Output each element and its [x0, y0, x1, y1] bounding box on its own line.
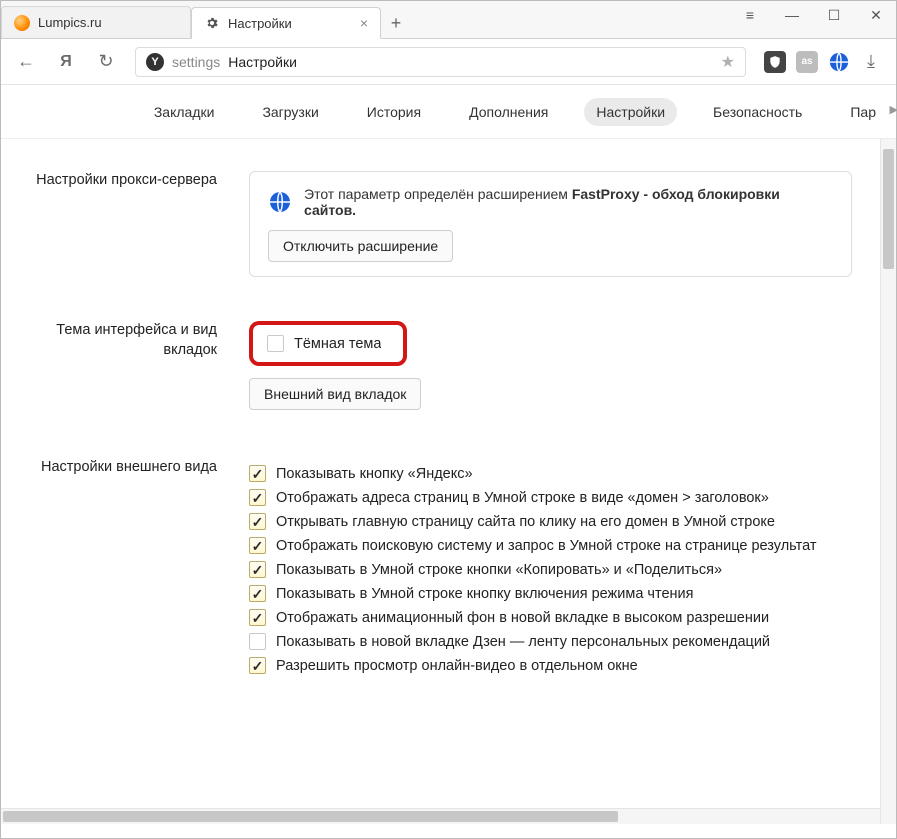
check-icon: ✓: [252, 659, 264, 673]
check-icon: ✓: [252, 587, 264, 601]
tab-close-icon[interactable]: ×: [360, 15, 368, 31]
section-label-theme: Тема интерфейса и вид вкладок: [1, 321, 249, 410]
window-controls: ≡ — ☐ ✕: [736, 7, 890, 24]
toolbar: ← Я ↻ Y settings Настройки ★ as ⤓: [1, 39, 896, 85]
section-label-appearance: Настройки внешнего вида: [1, 458, 249, 681]
appearance-item-8[interactable]: ✓ Разрешить просмотр онлайн-видео в отдел…: [249, 657, 852, 674]
appearance-item-label: Показывать в Умной строке кнопку включен…: [276, 586, 693, 602]
proxy-card: Этот параметр определён расширением Fast…: [249, 171, 852, 277]
tab-title: Lumpics.ru: [38, 15, 102, 30]
maximize-button[interactable]: ☐: [820, 7, 848, 24]
check-icon: ✓: [252, 563, 264, 577]
subnav-security[interactable]: Безопасность: [701, 98, 814, 126]
dark-theme-label: Тёмная тема: [294, 336, 381, 352]
minimize-button[interactable]: —: [778, 7, 806, 24]
appearance-item-4[interactable]: ✓ Показывать в Умной строке кнопки «Копир…: [249, 561, 852, 578]
check-icon: ✓: [252, 515, 264, 529]
appearance-item-1[interactable]: ✓ Отображать адреса страниц в Умной строк…: [249, 489, 852, 506]
checkbox[interactable]: ✓: [249, 513, 266, 530]
proxy-text-prefix: Этот параметр определён расширением: [304, 186, 572, 202]
section-theme: Тема интерфейса и вид вкладок Тёмная тем…: [1, 291, 880, 424]
back-button[interactable]: ←: [15, 51, 37, 72]
settings-content: Настройки прокси-сервера Этот параметр о…: [1, 139, 880, 824]
bookmark-star-icon[interactable]: ★: [721, 52, 735, 72]
omnibox-url-title: Настройки: [228, 54, 297, 70]
checkbox[interactable]: ✓: [249, 561, 266, 578]
proxy-ext-name: FastProxy: [572, 186, 640, 202]
appearance-item-label: Отображать анимационный фон в новой вкла…: [276, 610, 769, 626]
extension-as-icon[interactable]: as: [796, 51, 818, 73]
tabs-appearance-button[interactable]: Внешний вид вкладок: [249, 378, 421, 410]
checkbox-dark-theme[interactable]: [267, 335, 284, 352]
settings-subnav: Закладки Загрузки История Дополнения Нас…: [1, 85, 896, 139]
section-label-proxy: Настройки прокси-сервера: [1, 171, 249, 277]
scrollbar-thumb[interactable]: [883, 149, 894, 269]
dark-theme-checkbox-row[interactable]: Тёмная тема: [267, 335, 381, 352]
subnav-settings[interactable]: Настройки: [584, 98, 677, 126]
subnav-history[interactable]: История: [355, 98, 433, 126]
globe-icon[interactable]: [828, 51, 850, 73]
globe-icon: [268, 190, 292, 214]
subnav-downloads[interactable]: Загрузки: [250, 98, 330, 126]
tab-strip: Lumpics.ru Настройки × + ≡ — ☐ ✕: [1, 1, 896, 39]
appearance-item-label: Показывать кнопку «Яндекс»: [276, 466, 473, 482]
section-proxy: Настройки прокси-сервера Этот параметр о…: [1, 157, 880, 291]
check-icon: ✓: [252, 611, 264, 625]
new-tab-button[interactable]: +: [381, 8, 411, 38]
tab-settings[interactable]: Настройки ×: [191, 7, 381, 39]
reload-button[interactable]: ↻: [95, 51, 117, 72]
appearance-item-label: Разрешить просмотр онлайн-видео в отдель…: [276, 658, 638, 674]
appearance-item-label: Открывать главную страницу сайта по клик…: [276, 514, 775, 530]
tab-lumpics[interactable]: Lumpics.ru: [1, 6, 191, 38]
appearance-item-0[interactable]: ✓ Показывать кнопку «Яндекс»: [249, 465, 852, 482]
subnav-bookmarks[interactable]: Закладки: [142, 98, 227, 126]
omnibox-url-prefix: settings: [172, 54, 220, 70]
downloads-button[interactable]: ⤓: [860, 51, 882, 72]
section-appearance: Настройки внешнего вида ✓ Показывать кноп…: [1, 424, 880, 695]
subnav-overflow[interactable]: Пар: [838, 98, 878, 126]
site-badge-icon: Y: [146, 53, 164, 71]
extension-icons: as ⤓: [764, 51, 882, 73]
shield-icon[interactable]: [764, 51, 786, 73]
appearance-item-label: Отображать поисковую систему и запрос в …: [276, 538, 816, 554]
favicon-lumpics: [14, 15, 30, 31]
appearance-item-label: Показывать в Умной строке кнопки «Копиро…: [276, 562, 722, 578]
checkbox[interactable]: ✓: [249, 657, 266, 674]
subnav-scroll-right-icon[interactable]: ▶: [890, 103, 897, 116]
highlight-dark-theme: Тёмная тема: [249, 321, 407, 366]
appearance-item-label: Показывать в новой вкладке Дзен — ленту …: [276, 634, 770, 650]
tab-title: Настройки: [228, 16, 292, 31]
checkbox[interactable]: ✓: [249, 609, 266, 626]
close-window-button[interactable]: ✕: [862, 7, 890, 24]
vertical-scrollbar[interactable]: [880, 139, 896, 824]
check-icon: ✓: [252, 539, 264, 553]
appearance-item-3[interactable]: ✓ Отображать поисковую систему и запрос в…: [249, 537, 852, 554]
checkbox[interactable]: ✓: [249, 585, 266, 602]
appearance-item-5[interactable]: ✓ Показывать в Умной строке кнопку включе…: [249, 585, 852, 602]
checkbox[interactable]: ✓: [249, 537, 266, 554]
check-icon: ✓: [252, 491, 264, 505]
appearance-item-6[interactable]: ✓ Отображать анимационный фон в новой вкл…: [249, 609, 852, 626]
checkbox[interactable]: ✓: [249, 465, 266, 482]
checkbox[interactable]: ✓: [249, 489, 266, 506]
horizontal-scrollbar-thumb[interactable]: [3, 811, 618, 822]
menu-button[interactable]: ≡: [736, 7, 764, 24]
appearance-item-7[interactable]: Показывать в новой вкладке Дзен — ленту …: [249, 633, 852, 650]
appearance-item-2[interactable]: ✓ Открывать главную страницу сайта по кли…: [249, 513, 852, 530]
check-icon: ✓: [252, 467, 264, 481]
yandex-home-button[interactable]: Я: [55, 53, 77, 71]
subnav-addons[interactable]: Дополнения: [457, 98, 560, 126]
horizontal-scrollbar[interactable]: [1, 808, 880, 824]
gear-icon: [204, 15, 220, 31]
disable-extension-button[interactable]: Отключить расширение: [268, 230, 453, 262]
checkbox[interactable]: [249, 633, 266, 650]
proxy-text: Этот параметр определён расширением Fast…: [304, 186, 833, 218]
appearance-item-label: Отображать адреса страниц в Умной строке…: [276, 490, 769, 506]
omnibox[interactable]: Y settings Настройки ★: [135, 47, 746, 77]
